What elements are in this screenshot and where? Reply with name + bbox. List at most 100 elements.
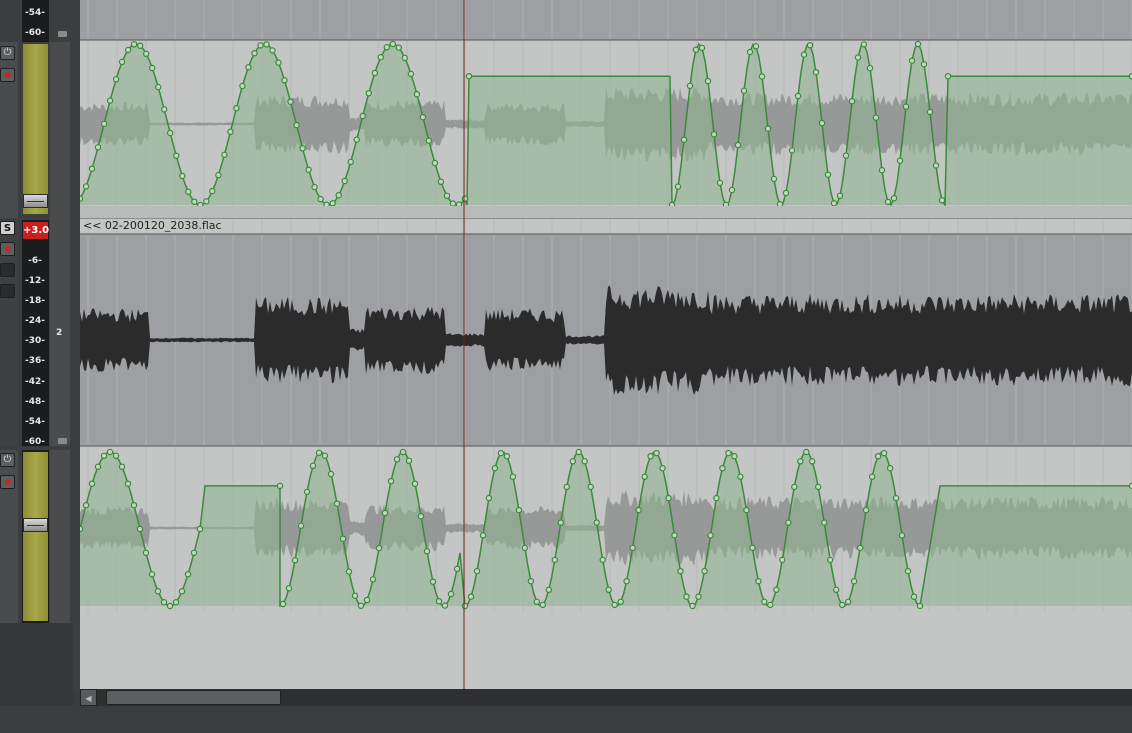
envelope-point	[764, 125, 772, 132]
envelope-point	[674, 183, 682, 190]
envelope-point	[383, 44, 390, 51]
envelope-point	[910, 593, 918, 600]
track2-envelope-button[interactable]	[0, 284, 15, 298]
envelope-point	[209, 187, 216, 195]
scroll-left-button[interactable]: ◀	[80, 689, 97, 706]
envelope-point	[527, 578, 535, 585]
track2-gain-badge[interactable]: +3.0	[23, 222, 49, 239]
envelope-point	[926, 108, 934, 116]
envelope-point	[82, 183, 90, 190]
envelope-point	[341, 177, 348, 185]
envelope-point	[791, 483, 798, 491]
envelope-point	[680, 136, 688, 143]
envelope-point	[178, 588, 186, 595]
envelope-point	[683, 593, 690, 600]
envelope-point	[809, 458, 816, 465]
envelope-point	[365, 89, 372, 97]
track1-volume-fader[interactable]	[23, 44, 48, 214]
envelope-point	[106, 448, 114, 456]
envelope-point	[551, 556, 558, 564]
track1-fader-handle[interactable]	[23, 194, 48, 208]
envelope-point	[276, 482, 284, 490]
envelope-point	[698, 44, 706, 52]
arrange-view[interactable]: << 02-200120_2038.flac	[80, 0, 1132, 690]
envelope-point	[785, 519, 792, 526]
media-item-label[interactable]: << 02-200120_2038.flac	[83, 219, 222, 232]
envelope-point	[257, 42, 264, 49]
envelope-point	[94, 463, 102, 470]
track1-top-lane	[80, 0, 1132, 40]
envelope-point	[327, 470, 335, 478]
envelope-point	[363, 596, 371, 604]
envelope-point	[80, 195, 84, 202]
envelope-point	[429, 578, 437, 585]
track2-scale-label: -30-	[25, 336, 45, 346]
envelope-point	[172, 599, 180, 606]
envelope-point	[866, 64, 874, 72]
envelope-point	[124, 46, 132, 54]
folder-icon[interactable]	[58, 31, 67, 37]
envelope-point	[417, 513, 425, 520]
envelope-point	[389, 40, 396, 48]
envelope-point	[413, 90, 421, 98]
power-icon: ⏻	[3, 47, 12, 58]
envelope-point	[467, 593, 475, 600]
track3-volume-fader[interactable]	[23, 452, 48, 621]
envelope-point	[293, 121, 300, 129]
envelope-point	[118, 463, 126, 470]
envelope-point	[118, 58, 126, 66]
envelope-point	[818, 119, 826, 127]
envelope-point	[854, 54, 862, 61]
arrange-canvas[interactable]	[80, 0, 1132, 690]
track2-record-arm-button[interactable]	[0, 242, 15, 256]
track3-fader-handle[interactable]	[23, 518, 48, 532]
track1-power-button[interactable]: ⏻	[0, 46, 15, 60]
envelope-point	[878, 166, 886, 174]
envelope-point	[725, 449, 732, 457]
track3-power-button[interactable]: ⏻	[0, 453, 15, 467]
folder-icon[interactable]	[58, 438, 67, 444]
track2-fx-button[interactable]	[0, 263, 15, 277]
envelope-point	[860, 41, 868, 48]
track3-record-arm-button[interactable]	[0, 475, 15, 489]
envelope-point	[880, 449, 888, 457]
envelope-point	[755, 578, 762, 585]
envelope-point	[833, 586, 840, 594]
envelope-point	[148, 571, 156, 578]
envelope-point	[124, 480, 132, 487]
envelope-point	[761, 598, 768, 606]
envelope-point	[375, 544, 383, 552]
envelope-point	[767, 601, 774, 609]
envelope-point	[461, 602, 469, 610]
envelope-point	[106, 97, 114, 104]
envelope-point	[377, 54, 384, 61]
track2-meter	[22, 220, 49, 446]
track2-solo-button[interactable]: S	[0, 221, 15, 235]
envelope-point	[431, 159, 439, 167]
envelope-point	[279, 600, 287, 608]
envelope-point	[130, 502, 138, 509]
envelope-point	[623, 578, 630, 585]
track1-record-arm-button[interactable]	[0, 68, 15, 82]
scroll-left-arrow-icon: ◀	[85, 694, 92, 703]
track2-scale-label: -48-	[25, 397, 45, 407]
envelope-point	[920, 60, 928, 68]
envelope-point	[497, 449, 505, 457]
envelope-point	[353, 136, 360, 143]
envelope-point	[399, 448, 407, 456]
envelope-point	[671, 532, 678, 539]
power-icon: ⏻	[3, 454, 12, 465]
track2-scale-label: -42-	[25, 377, 45, 387]
envelope-point	[695, 593, 702, 600]
envelope-point	[605, 586, 612, 594]
envelope-point	[251, 50, 258, 57]
envelope-point	[848, 97, 856, 105]
envelope-point	[407, 70, 415, 78]
envelope-point	[142, 549, 150, 557]
envelope-point	[351, 592, 359, 599]
scrollbar-thumb[interactable]	[106, 690, 281, 705]
track2-scale-label: -24-	[25, 316, 45, 326]
envelope-point	[862, 506, 870, 514]
envelope-point	[100, 452, 108, 459]
envelope-point	[707, 532, 714, 539]
